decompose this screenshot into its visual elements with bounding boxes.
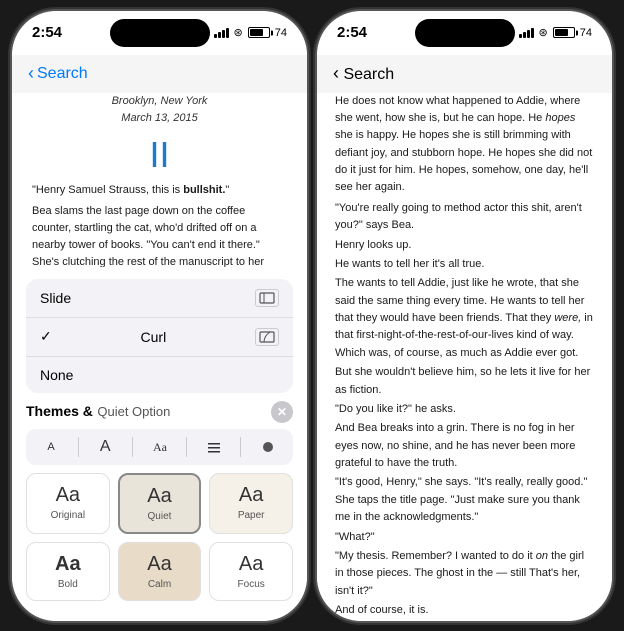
svg-text:Aa: Aa [153, 440, 168, 454]
font-style-icon[interactable]: Aa [145, 435, 175, 459]
curl-option[interactable]: ✓ Curl [26, 318, 293, 357]
theme-quiet-label: Quiet [148, 511, 172, 522]
themes-title: Themes & [26, 403, 93, 419]
right-battery-icon [553, 27, 575, 38]
chapter-number: II [32, 135, 287, 175]
curl-icon [255, 328, 279, 346]
theme-paper-label: Paper [238, 510, 265, 521]
right-paragraph-3: Henry looks up. [335, 237, 594, 254]
back-label: Search [37, 65, 88, 83]
theme-quiet-aa: Aa [147, 485, 171, 508]
theme-original-label: Original [51, 510, 85, 521]
phones-container: 2:54 ⊛ 74 ‹ [0, 0, 624, 631]
book-header: Brooklyn, New York March 13, 2015 [32, 93, 287, 127]
theme-bold[interactable]: Aa Bold [26, 542, 110, 601]
right-paragraph-4: He wants to tell her it's all true. [335, 256, 594, 273]
slide-option[interactable]: Slide [26, 279, 293, 318]
back-button[interactable]: ‹ Search [28, 63, 88, 84]
divider-1 [78, 437, 79, 457]
theme-paper-aa: Aa [239, 484, 263, 507]
theme-calm[interactable]: Aa Calm [118, 542, 202, 601]
font-small-a[interactable]: A [36, 435, 66, 459]
divider-4 [240, 437, 241, 457]
wifi-icon: ⊛ [234, 26, 243, 39]
font-spacing-icon[interactable] [199, 435, 229, 459]
themes-section-label: Themes & Quiet Option [26, 403, 170, 421]
book-paragraph-2: Bea slams the last page down on the coff… [32, 203, 287, 272]
battery-icon [248, 27, 270, 38]
slide-icon [255, 289, 279, 307]
right-paragraph-10: "What?" [335, 529, 594, 546]
overlay-panel: Slide ✓ Curl None [12, 267, 307, 621]
left-status-icons: ⊛ 74 [214, 26, 287, 39]
right-paragraph-8: And Bea breaks into a grin. There is no … [335, 420, 594, 472]
right-battery-level: 74 [580, 27, 592, 39]
back-chevron-icon: ‹ [28, 63, 34, 84]
check-icon: ✓ [40, 328, 52, 345]
right-status-icons: ⊛ 74 [519, 26, 592, 39]
close-button[interactable]: ✕ [271, 401, 293, 423]
left-book-content: Brooklyn, New York March 13, 2015 II "He… [12, 93, 307, 273]
theme-bold-aa: Aa [55, 553, 81, 576]
quiet-option-label: Quiet Option [97, 404, 170, 419]
right-wifi-icon: ⊛ [539, 26, 548, 39]
font-controls: A A Aa [26, 429, 293, 465]
book-paragraph-1: "Henry Samuel Strauss, this is bullshit.… [32, 182, 287, 199]
theme-calm-aa: Aa [147, 553, 171, 576]
book-location-line1: Brooklyn, New York [32, 93, 287, 110]
slide-label: Slide [40, 290, 71, 306]
font-large-a[interactable]: A [90, 435, 120, 459]
right-paragraph-5: The wants to tell Addie, just like he wr… [335, 275, 594, 362]
right-paragraph-1: He does not know what happened to Addie,… [335, 93, 594, 197]
theme-quiet[interactable]: Aa Quiet [118, 473, 202, 534]
right-paragraph-9: "It's good, Henry," she says. "It's real… [335, 474, 594, 526]
right-nav-bar: ‹ Search [317, 55, 612, 93]
theme-original[interactable]: Aa Original [26, 473, 110, 534]
theme-calm-label: Calm [148, 579, 171, 590]
book-location-line2: March 13, 2015 [32, 110, 287, 127]
divider-3 [186, 437, 187, 457]
dynamic-island [110, 19, 210, 47]
right-paragraph-11: "My thesis. Remember? I wanted to do it … [335, 548, 594, 600]
right-paragraph-2: "You're really going to method actor thi… [335, 200, 594, 235]
right-signal-icon [519, 28, 534, 38]
themes-grid: Aa Original Aa Quiet Aa Paper Aa Bold [26, 473, 293, 601]
right-paragraph-6: But she wouldn't believe him, so he lets… [335, 364, 594, 399]
signal-icon [214, 28, 229, 38]
right-paragraph-7: "Do you like it?" he asks. [335, 401, 594, 418]
none-label: None [40, 367, 73, 383]
divider-2 [132, 437, 133, 457]
left-phone: 2:54 ⊛ 74 ‹ [12, 11, 307, 621]
theme-focus[interactable]: Aa Focus [209, 542, 293, 601]
right-time: 2:54 [337, 24, 367, 41]
left-nav-bar: ‹ Search [12, 55, 307, 93]
right-back-label: Search [343, 66, 394, 83]
left-time: 2:54 [32, 24, 62, 41]
theme-bold-label: Bold [58, 579, 78, 590]
theme-toggle-icon[interactable] [253, 435, 283, 459]
theme-focus-label: Focus [238, 579, 265, 590]
battery-level: 74 [275, 27, 287, 39]
right-phone: 2:54 ⊛ 74 ‹ [317, 11, 612, 621]
theme-focus-aa: Aa [239, 553, 263, 576]
right-dynamic-island [415, 19, 515, 47]
right-back-chevron: ‹ [333, 63, 339, 83]
right-book-content: He does not know what happened to Addie,… [317, 93, 612, 621]
themes-header: Themes & Quiet Option ✕ [26, 401, 293, 423]
theme-paper[interactable]: Aa Paper [209, 473, 293, 534]
curl-label: Curl [141, 329, 167, 345]
transition-options: Slide ✓ Curl None [26, 279, 293, 393]
right-paragraph-12: And of course, it is. [335, 602, 594, 619]
theme-original-aa: Aa [56, 484, 80, 507]
none-option[interactable]: None [26, 357, 293, 393]
right-back-button[interactable]: ‹ Search [333, 63, 394, 84]
